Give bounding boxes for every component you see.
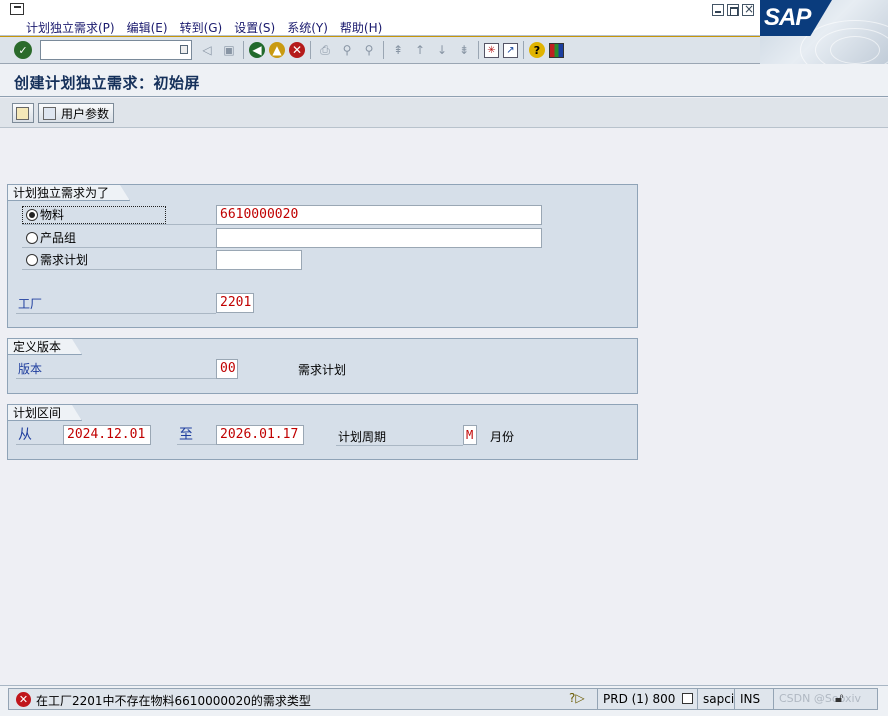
- menu-item-help[interactable]: 帮助(H): [334, 19, 388, 36]
- version-group: 定义版本 版本 00 需求计划: [7, 338, 638, 394]
- cancel-icon[interactable]: ✕: [289, 42, 305, 58]
- sap-logo: SAP: [760, 0, 888, 64]
- product-group-label: 产品组: [40, 231, 77, 245]
- find-icon[interactable]: ⚲: [338, 41, 356, 59]
- print-icon[interactable]: ⎙: [316, 41, 334, 59]
- application-toolbar: 用户参数: [0, 98, 888, 128]
- shortcut-icon[interactable]: ↗: [503, 42, 518, 58]
- group-title: 计划独立需求为了: [8, 185, 130, 201]
- menu-item-goto[interactable]: 转到(G): [174, 19, 229, 36]
- user-params-icon: [43, 106, 56, 120]
- version-text: 需求计划: [298, 363, 347, 377]
- save-icon[interactable]: ▣: [220, 41, 238, 59]
- maximize-icon[interactable]: [727, 4, 739, 16]
- title-bar: 创建计划独立需求：初始屏: [0, 64, 888, 97]
- group-title: 计划区间: [8, 405, 82, 421]
- label-underline: [177, 444, 216, 445]
- from-label: 从: [18, 427, 32, 443]
- close-icon[interactable]: [742, 2, 754, 16]
- version-input[interactable]: 00: [216, 359, 238, 379]
- server-info: sapci: [697, 689, 739, 709]
- product-group-radio[interactable]: [26, 232, 38, 244]
- menu-item-settings[interactable]: 设置(S): [228, 19, 281, 36]
- copy-icon: [16, 106, 29, 120]
- user-params-label: 用户参数: [61, 106, 110, 121]
- period-label: 计划周期: [338, 430, 387, 444]
- last-page-icon[interactable]: ⇟: [455, 41, 473, 59]
- sap-logo-text: SAP: [764, 4, 811, 31]
- label-underline: [22, 269, 216, 270]
- standard-toolbar: ✓ ◁ ▣ ◀ ▲ ✕ ⎙ ⚲ ⚲ ⇞ ↑ ↓ ⇟ ✳ ↗ ?: [0, 36, 760, 64]
- toolbar-separator: [243, 41, 244, 59]
- plant-input[interactable]: 2201: [216, 293, 254, 313]
- command-field[interactable]: [40, 40, 192, 60]
- system-info[interactable]: PRD (1) 800: [597, 689, 703, 709]
- lock-icon[interactable]: 🔓︎: [835, 691, 843, 706]
- system-menu-icon[interactable]: [10, 3, 24, 15]
- version-label: 版本: [18, 362, 43, 376]
- toolbar-separator: [310, 41, 311, 59]
- period-text: 月份: [490, 430, 515, 444]
- label-underline: [16, 378, 216, 379]
- system-info-icon[interactable]: [682, 693, 694, 704]
- label-underline: [16, 444, 63, 445]
- req-plan-label: 需求计划: [40, 253, 89, 267]
- find-next-icon[interactable]: ⚲: [360, 41, 378, 59]
- back-nav-icon[interactable]: ◁: [198, 41, 216, 59]
- page-title: 创建计划独立需求：初始屏: [14, 74, 201, 92]
- material-input[interactable]: 6610000020: [216, 205, 542, 225]
- to-label: 至: [179, 427, 193, 443]
- help-icon[interactable]: ?: [529, 42, 545, 58]
- label-underline: [22, 224, 216, 225]
- group-title: 定义版本: [8, 339, 82, 355]
- user-params-button[interactable]: 用户参数: [38, 103, 115, 123]
- watermark: CSDN @Sooxiv: [773, 689, 866, 709]
- product-group-input[interactable]: [216, 228, 542, 248]
- to-date-input[interactable]: 2026.01.17: [216, 425, 304, 445]
- toolbar-separator: [478, 41, 479, 59]
- material-label: 物料: [40, 208, 65, 222]
- minimize-icon[interactable]: [712, 4, 724, 16]
- req-plan-input[interactable]: [216, 250, 302, 270]
- system-info-text: PRD (1) 800: [603, 692, 676, 706]
- back-icon[interactable]: ◀: [249, 42, 265, 58]
- req-plan-radio[interactable]: [26, 254, 38, 266]
- plant-label: 工厂: [18, 297, 43, 311]
- overview-button[interactable]: [12, 103, 34, 123]
- status-bar: ✕ 在工厂2201中不存在物料6610000020的需求类型 ?▷ PRD (1…: [0, 685, 888, 716]
- status-panel: ✕ 在工厂2201中不存在物料6610000020的需求类型 ?▷ PRD (1…: [8, 688, 878, 710]
- menu-item-planned-req[interactable]: 计划独立需求(P): [20, 19, 121, 36]
- enter-icon[interactable]: ✓: [14, 41, 32, 59]
- menu-bar: 计划独立需求(P) 编辑(E) 转到(G) 设置(S) 系统(Y) 帮助(H): [0, 0, 888, 36]
- command-dropdown-icon[interactable]: [180, 45, 188, 54]
- insert-mode[interactable]: INS: [734, 689, 765, 709]
- label-underline: [16, 313, 216, 314]
- create-session-icon[interactable]: ✳: [484, 42, 499, 58]
- error-icon: ✕: [16, 692, 31, 707]
- menu-item-system[interactable]: 系统(Y): [281, 19, 334, 36]
- next-page-icon[interactable]: ↓: [433, 41, 451, 59]
- exit-icon[interactable]: ▲: [269, 42, 285, 58]
- layout-icon[interactable]: [549, 42, 564, 58]
- planning-period-group: 计划区间 从 2024.12.01 至 2026.01.17 计划周期 M 月份: [7, 404, 638, 460]
- label-underline: [22, 247, 216, 248]
- toolbar-separator: [523, 41, 524, 59]
- command-input[interactable]: [41, 41, 171, 59]
- status-message[interactable]: 在工厂2201中不存在物料6610000020的需求类型: [36, 692, 311, 709]
- menu-item-edit[interactable]: 编辑(E): [121, 19, 174, 36]
- status-info-icon[interactable]: ?▷: [569, 691, 585, 705]
- material-radio[interactable]: [26, 209, 38, 221]
- toolbar-separator: [383, 41, 384, 59]
- prev-page-icon[interactable]: ↑: [411, 41, 429, 59]
- label-underline: [336, 445, 463, 446]
- window-controls: [712, 2, 754, 16]
- planned-req-group: 计划独立需求为了 物料 6610000020 产品组 需求计划 工厂 2201: [7, 184, 638, 328]
- from-date-input[interactable]: 2024.12.01: [63, 425, 151, 445]
- menu-items: 计划独立需求(P) 编辑(E) 转到(G) 设置(S) 系统(Y) 帮助(H): [20, 19, 388, 36]
- period-input[interactable]: M: [463, 425, 477, 445]
- first-page-icon[interactable]: ⇞: [389, 41, 407, 59]
